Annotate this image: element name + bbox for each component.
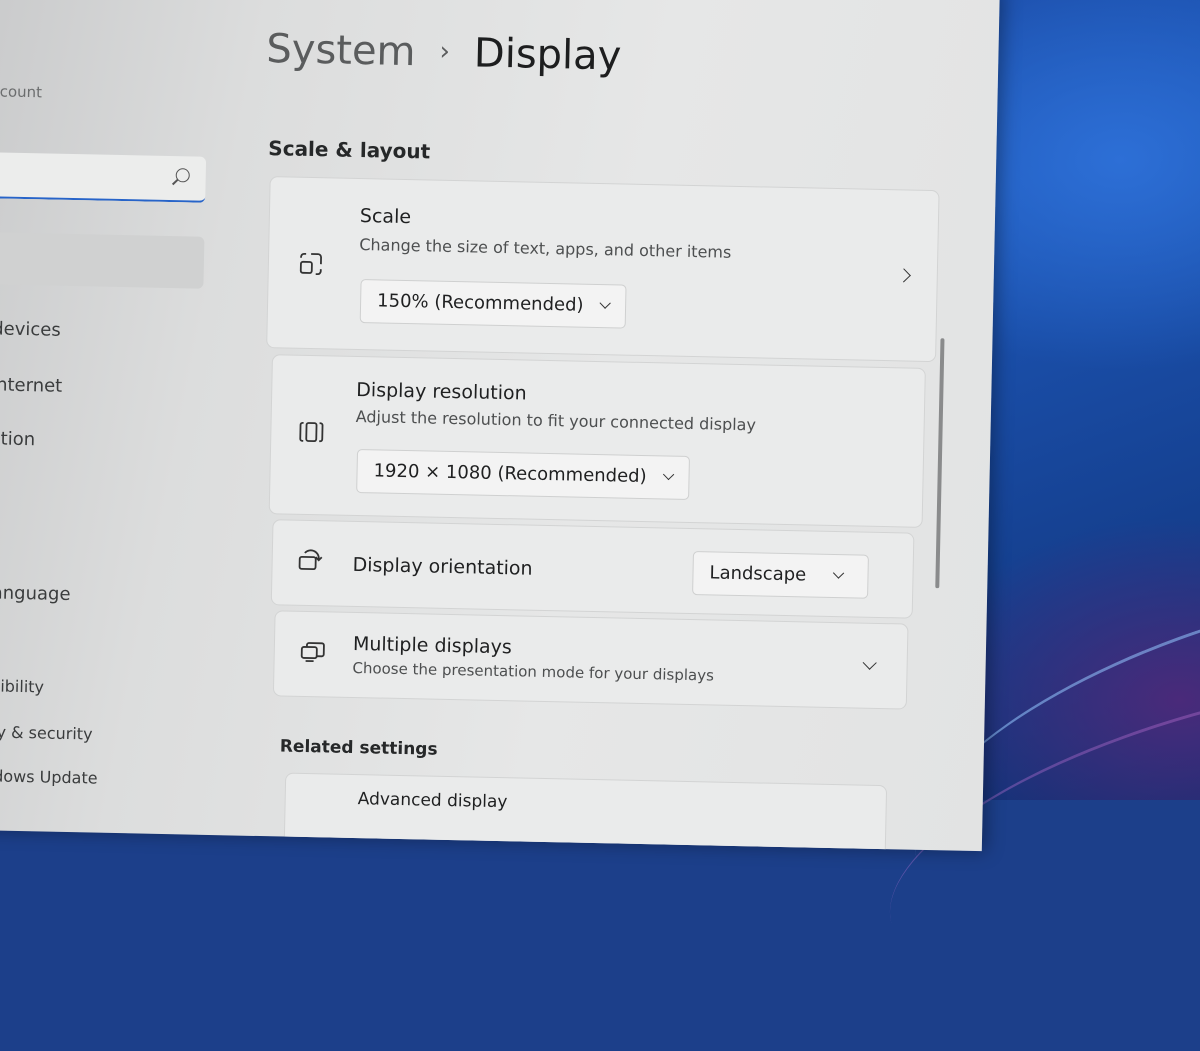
scale-icon: [299, 252, 322, 276]
orientation-icon: [298, 549, 323, 571]
sidebar: ccount & devices & internet lization nts…: [0, 0, 220, 835]
chevron-right-icon[interactable]: [896, 268, 911, 283]
scale-dropdown[interactable]: 150% (Recommended): [359, 279, 627, 329]
advanced-display-title: Advanced display: [357, 789, 508, 813]
orientation-value: Landscape: [709, 562, 807, 586]
resolution-description: Adjust the resolution to fit your connec…: [355, 406, 757, 435]
resolution-card: Display resolution Adjust the resolution…: [268, 354, 926, 528]
multiple-displays-title: Multiple displays: [352, 632, 513, 659]
sidebar-item-windows-update[interactable]: Windows Update: [0, 766, 98, 788]
section-related-settings: Related settings: [279, 736, 438, 760]
sidebar-item-network[interactable]: & internet: [0, 374, 62, 397]
orientation-dropdown[interactable]: Landscape: [692, 551, 869, 599]
search-icon[interactable]: [175, 168, 190, 183]
sidebar-item-accessibility[interactable]: cessibility: [0, 676, 44, 697]
section-scale-layout: Scale & layout: [268, 136, 431, 164]
orientation-card: Display orientation Landscape: [270, 519, 915, 619]
resolution-title: Display resolution: [356, 378, 527, 405]
chevron-down-icon: [832, 567, 844, 579]
resolution-icon: [299, 421, 324, 443]
chevron-down-icon: [599, 297, 612, 309]
main-content: System › Display Scale & layout Scale Chan…: [222, 0, 980, 852]
multiple-displays-icon: [300, 642, 325, 663]
sidebar-item-devices[interactable]: & devices: [0, 318, 61, 341]
scale-value: 150% (Recommended): [376, 290, 584, 316]
breadcrumb-separator: ›: [439, 36, 451, 67]
search-box[interactable]: [0, 151, 207, 203]
scale-title: Scale: [359, 205, 412, 229]
resolution-dropdown[interactable]: 1920 × 1080 (Recommended): [356, 449, 691, 500]
advanced-display-card[interactable]: Advanced display: [283, 772, 888, 852]
page-title: Display: [473, 30, 622, 80]
chevron-down-icon: [663, 468, 675, 481]
scale-description: Change the size of text, apps, and other…: [359, 235, 732, 262]
breadcrumb: System › Display: [266, 26, 622, 79]
multiple-displays-description: Choose the presentation mode for your di…: [352, 658, 715, 685]
chevron-down-icon[interactable]: [862, 655, 877, 670]
sidebar-item-privacy[interactable]: ivacy & security: [0, 722, 93, 744]
resolution-value: 1920 × 1080 (Recommended): [373, 460, 647, 488]
settings-window: ccount & devices & internet lization nts…: [0, 0, 1000, 852]
multiple-displays-card[interactable]: Multiple displays Choose the presentatio…: [272, 610, 909, 710]
scale-card[interactable]: Scale Change the size of text, apps, and…: [266, 176, 940, 363]
breadcrumb-parent[interactable]: System: [266, 26, 416, 75]
sidebar-item-system-selected[interactable]: [0, 231, 205, 289]
sidebar-item-gaming[interactable]: ning: [0, 628, 1, 648]
orientation-title: Display orientation: [352, 553, 533, 580]
sidebar-item-personalization[interactable]: lization: [0, 428, 35, 450]
account-label: ccount: [0, 82, 43, 102]
sidebar-item-time-language[interactable]: & language: [0, 582, 71, 605]
